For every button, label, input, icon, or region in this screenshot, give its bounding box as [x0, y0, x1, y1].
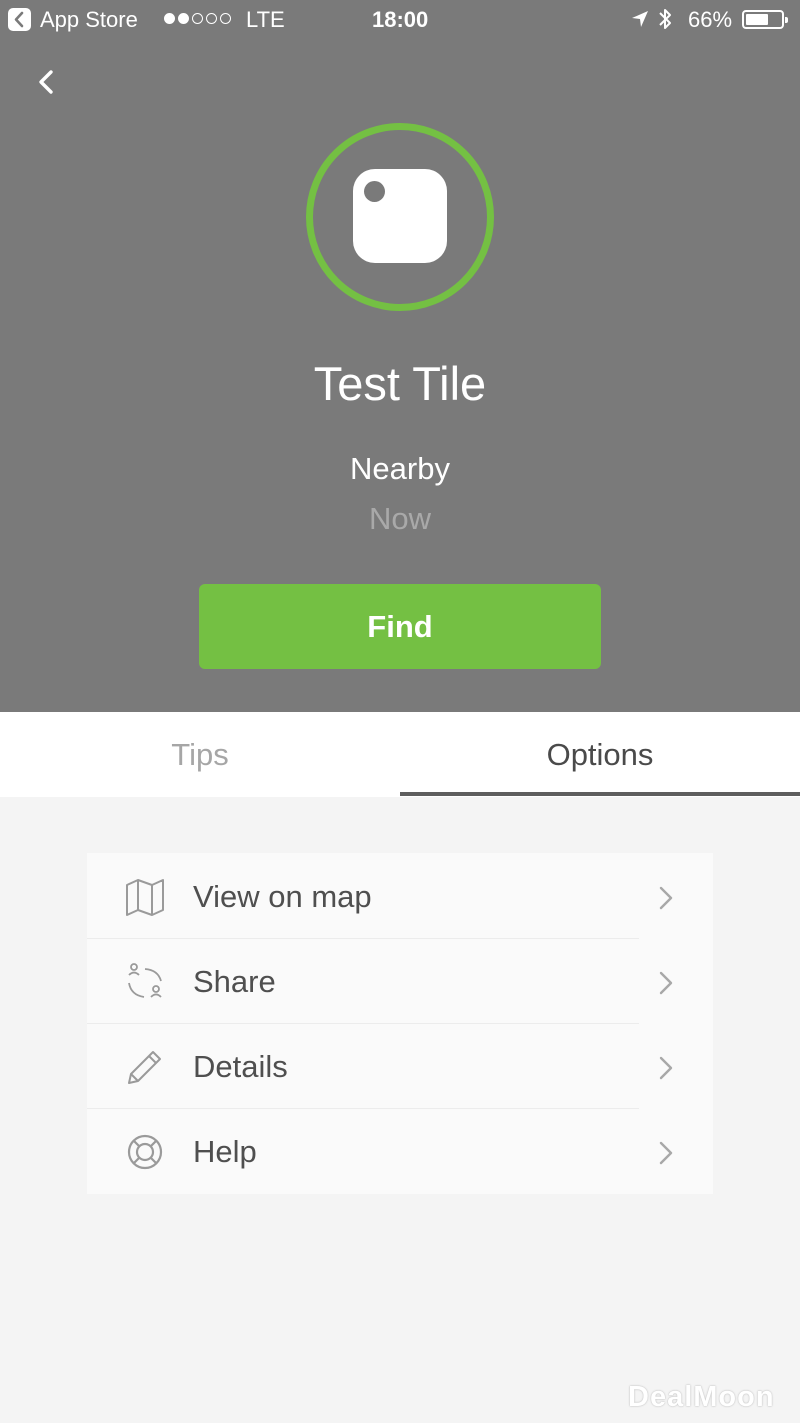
- find-button[interactable]: Find: [199, 584, 601, 669]
- tab-options[interactable]: Options: [400, 712, 800, 797]
- chevron-right-icon: [657, 1140, 675, 1166]
- options-list: View on map Share Details Help: [87, 853, 713, 1194]
- chevron-right-icon: [657, 970, 675, 996]
- tab-bar: Tips Options: [0, 712, 800, 797]
- option-details[interactable]: Details: [87, 1023, 713, 1108]
- option-share[interactable]: Share: [87, 938, 713, 1023]
- carrier-label: LTE: [246, 7, 285, 32]
- tab-tips[interactable]: Tips: [0, 712, 400, 797]
- map-icon: [125, 877, 165, 917]
- chevron-right-icon: [657, 1055, 675, 1081]
- device-name: Test Tile: [313, 357, 487, 410]
- back-button[interactable]: [28, 64, 64, 100]
- location-arrow-icon: [630, 9, 650, 35]
- option-help[interactable]: Help: [87, 1108, 713, 1193]
- option-label: View on map: [193, 879, 372, 914]
- bluetooth-icon: [657, 7, 673, 37]
- device-status: Nearby: [350, 451, 450, 486]
- signal-strength-icon: [164, 13, 231, 24]
- option-view-on-map[interactable]: View on map: [87, 853, 713, 938]
- option-label: Details: [193, 1049, 288, 1084]
- lifebuoy-icon: [125, 1132, 165, 1172]
- back-to-app-icon[interactable]: [8, 8, 31, 31]
- status-bar: App Store LTE 18:00 66%: [0, 0, 800, 40]
- watermark-logo: DealMoon: [628, 1381, 775, 1413]
- chevron-right-icon: [657, 885, 675, 911]
- battery-percent: 66%: [688, 7, 733, 32]
- share-users-icon: [125, 962, 165, 1002]
- option-label: Help: [193, 1134, 257, 1169]
- active-tab-indicator: [400, 792, 800, 796]
- tile-device-icon: [353, 169, 447, 263]
- clock: 18:00: [372, 7, 429, 32]
- chevron-left-icon: [39, 70, 53, 94]
- pencil-icon: [125, 1047, 165, 1087]
- back-to-app-label[interactable]: App Store: [40, 7, 138, 33]
- option-label: Share: [193, 964, 276, 999]
- battery-icon: [742, 10, 788, 29]
- device-header: App Store LTE 18:00 66% Test Tile Nearby…: [0, 0, 800, 712]
- last-seen-time: Now: [368, 501, 431, 536]
